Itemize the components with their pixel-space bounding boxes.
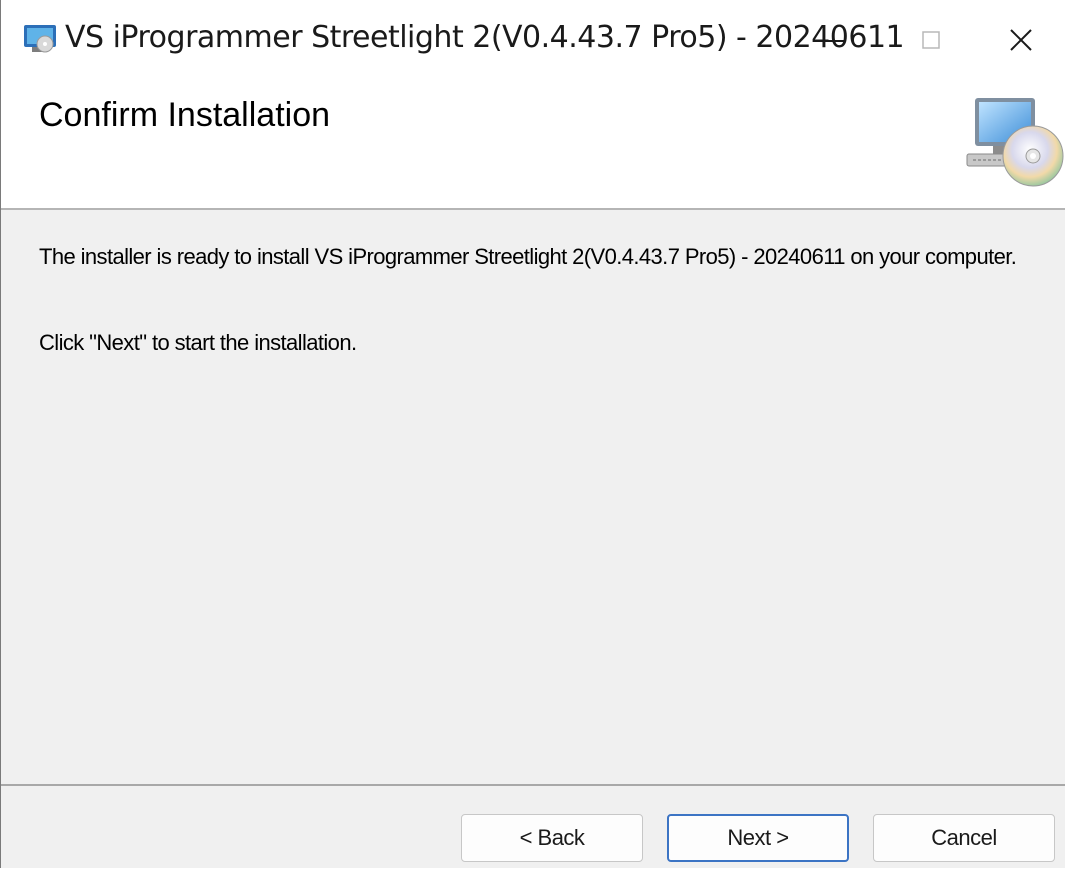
close-icon [1010,29,1032,51]
page-title: Confirm Installation [39,96,331,134]
minimize-icon [824,40,846,42]
maximize-button[interactable] [887,0,975,80]
title-bar[interactable]: VS iProgrammer Streetlight 2(V0.4.43.7 P… [1,0,1065,80]
installer-app-icon [24,25,56,53]
cancel-button[interactable]: Cancel [873,814,1055,862]
instruction-text: Click "Next" to start the installation. [39,330,357,355]
next-button[interactable]: Next > [667,814,849,862]
back-button[interactable]: < Back [461,814,643,862]
computer-cd-icon [966,98,1064,187]
button-bar: < Back Next > Cancel [1,784,1065,868]
window-title: VS iProgrammer Streetlight 2(V0.4.43.7 P… [65,20,905,55]
close-button[interactable] [977,0,1065,80]
dialog-content: The installer is ready to install VS iPr… [1,210,1065,784]
maximize-icon [922,31,940,49]
dialog-header: Confirm Installation [1,80,1065,210]
minimize-button[interactable] [791,0,879,80]
installer-window: VS iProgrammer Streetlight 2(V0.4.43.7 P… [0,0,1065,868]
ready-message: The installer is ready to install VS iPr… [39,244,1017,269]
